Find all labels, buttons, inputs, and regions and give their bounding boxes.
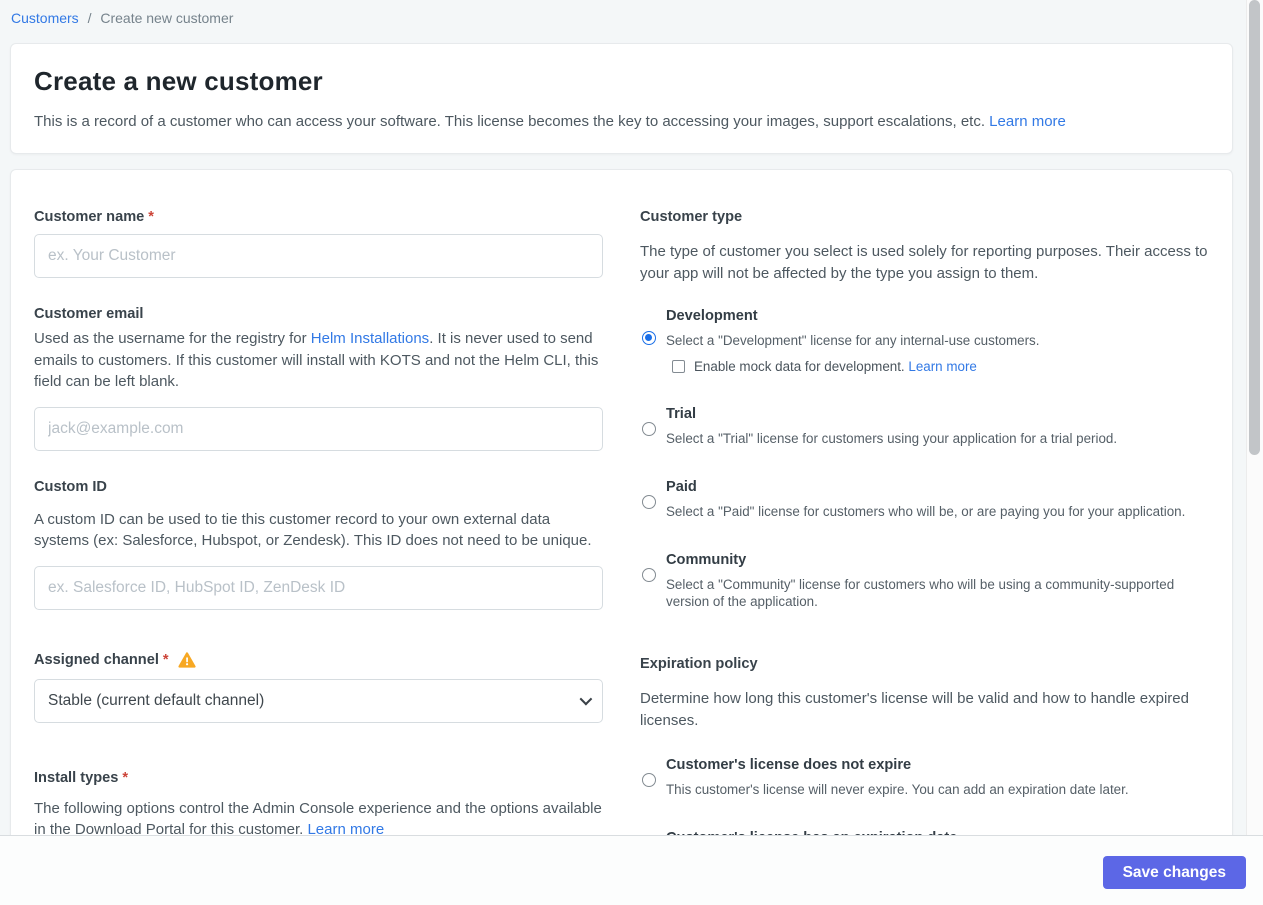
option-label: Paid xyxy=(666,479,697,496)
scrollbar[interactable] xyxy=(1246,0,1263,835)
option-label: Community xyxy=(666,552,747,569)
customer-email-label: Customer email xyxy=(34,306,144,323)
option-description: Select a "Trial" license for customers u… xyxy=(666,431,1118,447)
customer-type-heading: Customer type xyxy=(640,209,743,226)
mock-data-learn-more-link[interactable]: Learn more xyxy=(908,359,976,374)
custom-id-label: Custom ID xyxy=(34,478,107,495)
option-label: Customer's license does not expire xyxy=(666,757,912,774)
expiration-policy-description: Determine how long this customer's licen… xyxy=(640,690,1189,729)
custom-id-helper: A custom ID can be used to tie this cust… xyxy=(34,510,592,550)
option-description: Select a "Community" license for custome… xyxy=(666,577,1175,610)
footer-bar: Save changes xyxy=(0,835,1263,905)
form-right-column: Customer type The type of customer you s… xyxy=(640,207,1209,871)
customer-form-card: Customer name* Customer email Used as th… xyxy=(10,169,1233,905)
customer-type-option-community[interactable]: Community Select a "Community" license f… xyxy=(640,550,1209,610)
required-asterisk: * xyxy=(162,651,169,668)
customer-type-option-development[interactable]: Development Select a "Development" licen… xyxy=(640,306,1209,374)
save-changes-button[interactable]: Save changes xyxy=(1102,856,1246,889)
required-asterisk: * xyxy=(122,769,129,786)
radio-button-development[interactable] xyxy=(642,331,656,346)
radio-button-trial[interactable] xyxy=(642,422,656,437)
required-asterisk: * xyxy=(148,209,154,226)
assigned-channel-label: Assigned channel * xyxy=(34,650,603,670)
expiration-policy-heading: Expiration policy xyxy=(640,656,758,673)
breadcrumb: Customers / Create new customer xyxy=(0,0,1263,26)
option-description: This customer's license will never expir… xyxy=(666,782,1129,798)
helm-installations-link[interactable]: Helm Installations xyxy=(311,330,429,347)
radio-button-no-expire[interactable] xyxy=(642,773,656,788)
customer-email-helper: Used as the username for the registry fo… xyxy=(34,330,599,391)
page-description: This is a record of a customer who can a… xyxy=(34,111,1209,132)
customer-type-description: The type of customer you select is used … xyxy=(640,243,1208,282)
warning-icon xyxy=(177,652,196,668)
header-card: Create a new customer This is a record o… xyxy=(10,43,1233,155)
customer-name-label: Customer name * xyxy=(34,209,154,226)
expiration-option-no-expire[interactable]: Customer's license does not expire This … xyxy=(640,755,1209,798)
breadcrumb-current: Create new customer xyxy=(100,10,234,26)
page-title: Create a new customer xyxy=(34,66,323,96)
customer-type-option-paid[interactable]: Paid Select a "Paid" license for custome… xyxy=(640,477,1209,520)
header-learn-more-link[interactable]: Learn more xyxy=(989,113,1066,130)
form-left-column: Customer name* Customer email Used as th… xyxy=(34,207,603,841)
breadcrumb-customers-link[interactable]: Customers xyxy=(11,10,79,26)
option-description: Select a "Development" license for any i… xyxy=(666,333,1040,349)
install-types-label: Install types * xyxy=(34,769,129,786)
mock-data-label: Enable mock data for development. Learn … xyxy=(694,359,977,375)
custom-id-input[interactable] xyxy=(34,565,603,610)
mock-data-checkbox[interactable] xyxy=(672,360,685,374)
option-label: Development xyxy=(666,308,758,325)
mock-data-row: Enable mock data for development. Learn … xyxy=(672,359,1209,374)
option-description: Select a "Paid" license for customers wh… xyxy=(666,504,1186,520)
breadcrumb-separator: / xyxy=(87,10,92,26)
customer-email-input[interactable] xyxy=(34,406,603,451)
customer-type-option-trial[interactable]: Trial Select a "Trial" license for custo… xyxy=(640,404,1209,447)
radio-button-community[interactable] xyxy=(642,568,656,583)
scrollbar-thumb[interactable] xyxy=(1249,0,1260,455)
page: Customers / Create new customer Create a… xyxy=(0,0,1263,905)
customer-name-input[interactable] xyxy=(34,234,603,279)
page-description-text: This is a record of a customer who can a… xyxy=(34,113,985,131)
assigned-channel-select[interactable]: Stable (current default channel) xyxy=(34,678,603,723)
radio-button-paid[interactable] xyxy=(642,495,656,510)
option-label: Trial xyxy=(666,406,697,423)
